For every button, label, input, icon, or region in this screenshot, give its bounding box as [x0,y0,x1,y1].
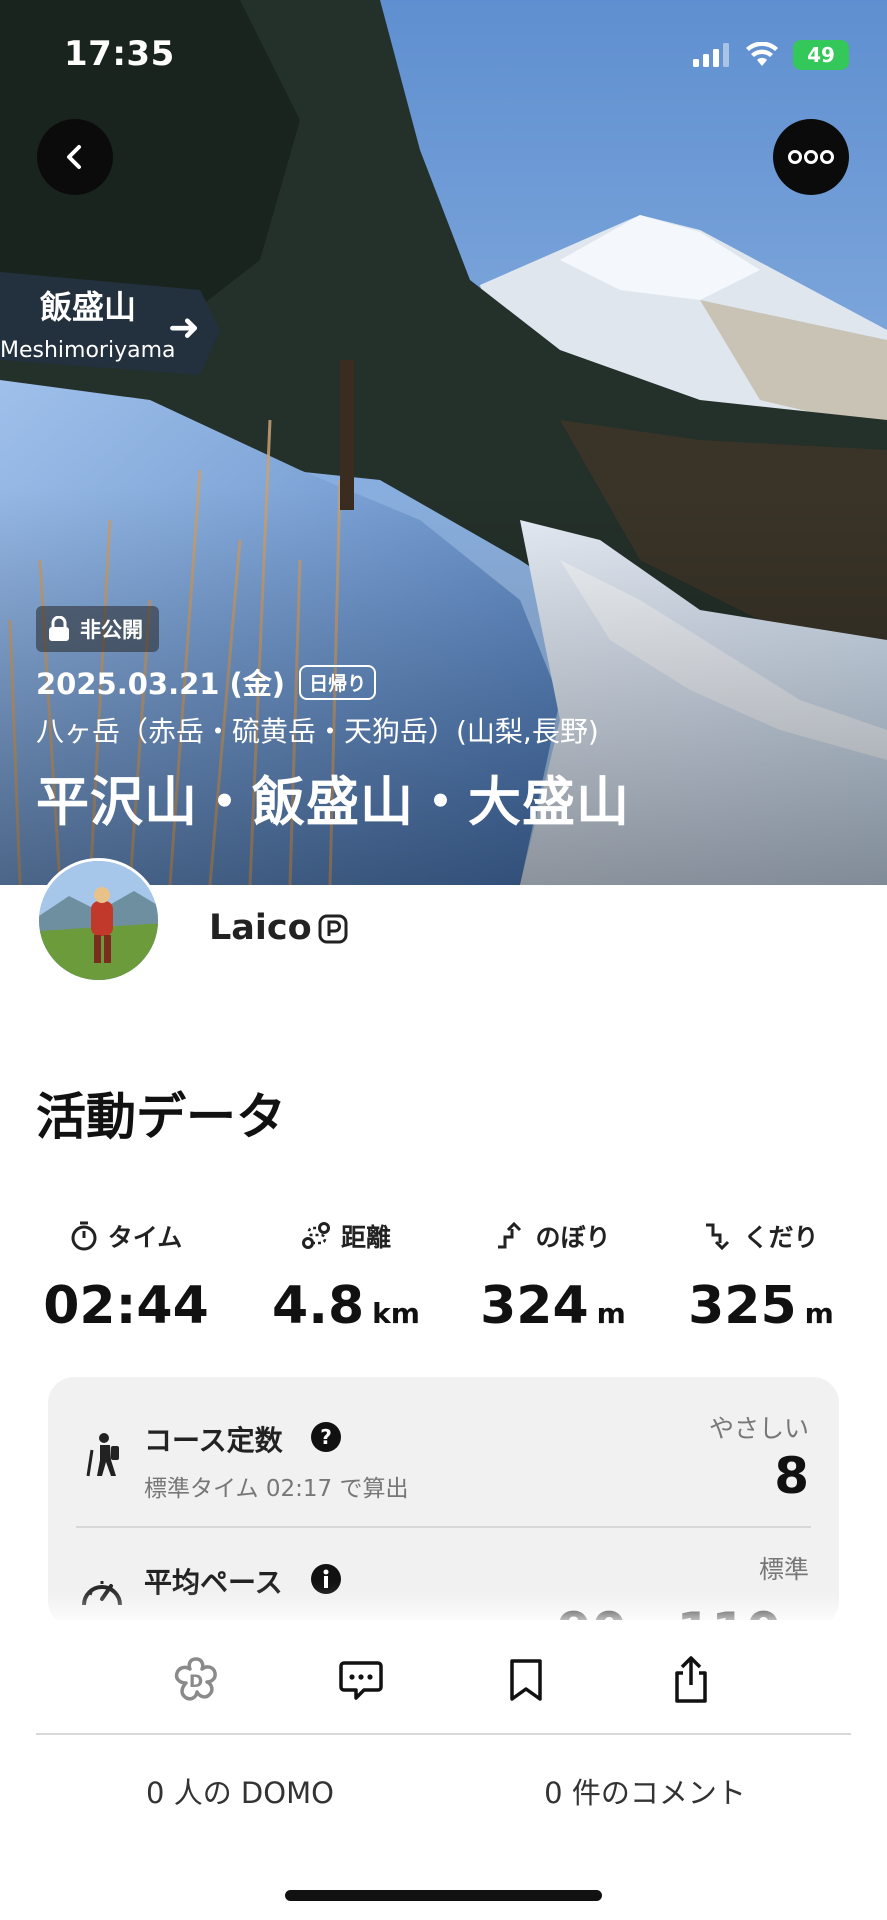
svg-text:?: ? [320,1425,332,1449]
stopwatch-icon [71,1221,97,1251]
comment-button[interactable] [329,1648,393,1712]
stat-label: 距離 [340,1223,391,1252]
privacy-label: 非公開 [80,618,143,642]
avatar-image [39,861,158,980]
action-row: D [0,1648,887,1712]
share-icon [675,1656,707,1703]
stat-label: くだり [743,1223,819,1252]
status-bar: 17:35 49 [0,0,887,110]
course-constant-row[interactable]: コース定数 ? 標準タイム 02:17 で算出 やさしい 8 [48,1377,839,1527]
bookmark-icon [510,1659,542,1701]
course-constant-title: コース定数 [144,1424,283,1457]
domo-flower-icon: D [174,1657,217,1701]
stat-ascent: のぼり 324 m [448,1218,658,1336]
course-constant-level: やさしい [708,1414,809,1443]
route-title: 平沢山・飯盛山・大盛山 [36,772,630,833]
bookmark-button[interactable] [494,1648,558,1712]
average-pace-level: 標準 [758,1555,809,1584]
wifi-icon [746,42,778,66]
signal-icon [693,43,729,67]
stat-label: タイム [107,1223,183,1252]
stat-value: 02:44 [43,1276,209,1336]
activity-section-title: 活動データ [36,1088,286,1146]
hero-photo: 飯盛山 Meshimoriyama ➜ 17:35 49 非公開 2025.03… [0,0,887,885]
more-options-button[interactable] [773,119,849,195]
stat-label: のぼり [535,1223,611,1252]
ascent-icon [498,1221,522,1249]
speedometer-icon [82,1581,122,1606]
divider [36,1733,851,1735]
home-indicator[interactable] [285,1890,602,1901]
username[interactable]: Laico [209,908,312,948]
svg-text:D: D [189,1672,203,1692]
share-button[interactable] [659,1648,723,1712]
distance-icon [301,1222,330,1249]
stat-value: 4.8 [272,1276,365,1336]
status-time: 17:35 [64,34,175,74]
help-icon[interactable]: ? [310,1421,342,1453]
comment-count-link[interactable]: 0 件のコメント [410,1770,880,1812]
stat-unit: m [804,1297,834,1330]
info-icon[interactable] [310,1563,342,1595]
divider [76,1526,811,1528]
stat-value: 324 [480,1276,589,1336]
battery-level: 49 [807,43,835,67]
chevron-left-icon [67,145,81,169]
sign-arrow-icon: ➜ [168,305,200,349]
mountain-photo [0,0,887,885]
status-icons: 49 [693,40,849,70]
stat-time: タイム 02:44 [21,1218,231,1336]
stat-descent: くだり 325 m [656,1218,866,1336]
bottom-action-bar: D 0 人の DOMO 0 件のコメント [0,1620,887,1920]
course-constant-value: 8 [774,1447,809,1505]
stat-unit: km [372,1297,420,1330]
sign-text: 飯盛山 [40,288,137,326]
domo-button[interactable]: D [164,1648,228,1712]
activity-date: 2025.03.21 (金) [36,667,286,701]
hiker-icon [86,1433,119,1477]
trip-type-badge: 日帰り [299,664,377,700]
mountain-area: 八ヶ岳（赤岳・硫黄岳・天狗岳）(山梨,長野) [36,715,599,748]
privacy-badge: 非公開 [36,606,159,652]
sign-text-en: Meshimoriyama [0,338,176,363]
avatar[interactable] [36,858,161,983]
descent-icon [706,1223,730,1251]
domo-count-link[interactable]: 0 人の DOMO [0,1770,480,1812]
comment-icon [339,1661,383,1700]
date-row: 2025.03.21 (金) 日帰り [36,661,377,703]
lock-icon [49,616,69,641]
stat-unit: m [596,1297,626,1330]
back-button[interactable] [37,119,113,195]
premium-badge-icon [318,914,348,944]
activity-metrics-card: コース定数 ? 標準タイム 02:17 で算出 やさしい 8 平均ペース 標準 … [48,1377,839,1627]
stat-value: 325 [688,1276,797,1336]
more-icon [788,150,834,164]
course-constant-subtitle: 標準タイム 02:17 で算出 [144,1476,409,1502]
average-pace-title[interactable]: 平均ペース [144,1561,283,1601]
stat-distance: 距離 4.8 km [241,1218,451,1336]
battery-icon: 49 [793,40,849,70]
